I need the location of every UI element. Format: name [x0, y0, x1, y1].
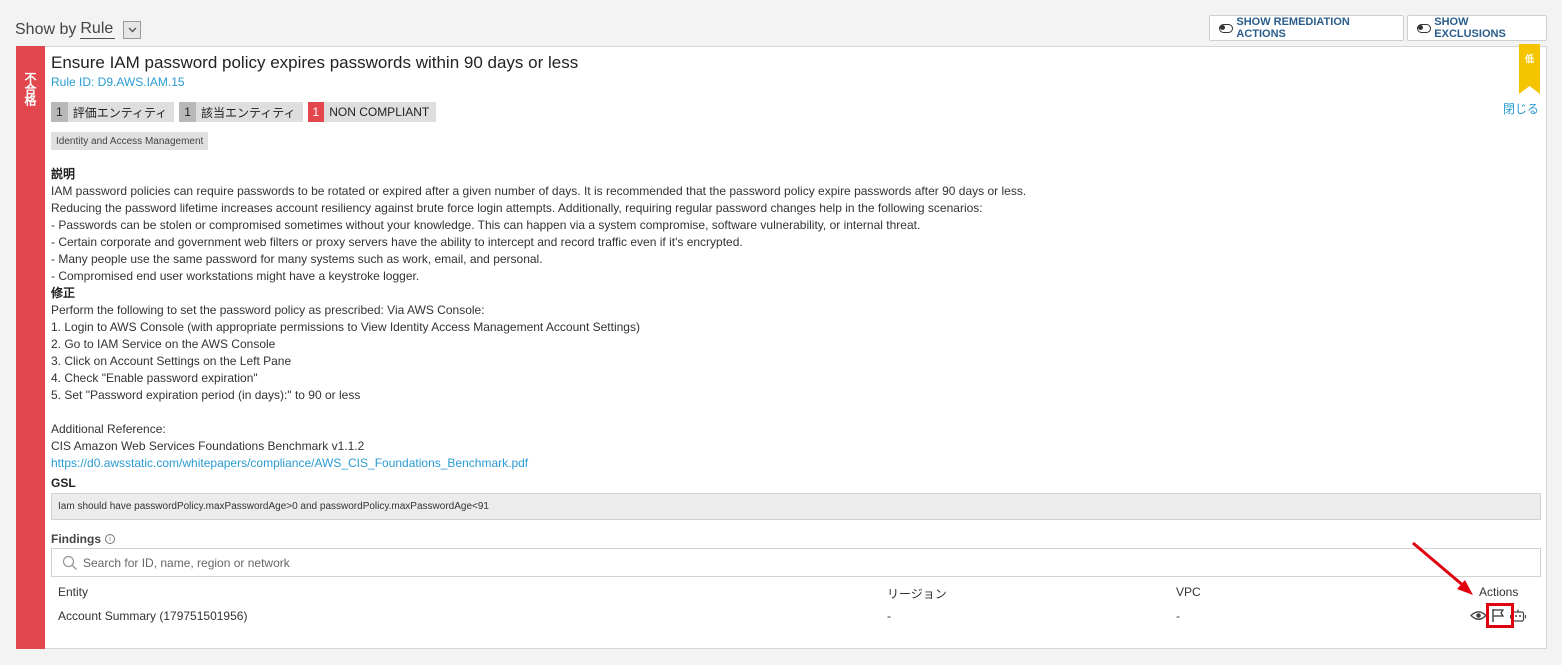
- category-tag: Identity and Access Management: [51, 132, 209, 150]
- show-by-control: Show by Rule: [15, 20, 142, 39]
- column-header-region[interactable]: リージョン: [887, 585, 947, 602]
- status-strip: [16, 46, 45, 649]
- description-line: - Passwords can be stolen or compromised…: [51, 218, 921, 232]
- description-line: IAM password policies can require passwo…: [51, 184, 1027, 198]
- badge-count: 1: [51, 102, 68, 122]
- show-by-label: Show by: [15, 20, 77, 38]
- close-link[interactable]: 閉じる: [1503, 100, 1539, 117]
- evaluated-entities-badge: 1 評価エンティティ: [51, 102, 175, 122]
- gsl-expression: Iam should have passwordPolicy.maxPasswo…: [51, 493, 1541, 520]
- info-icon[interactable]: i: [105, 534, 115, 544]
- rule-title: Ensure IAM password policy expires passw…: [51, 53, 579, 72]
- findings-title: Findings: [51, 532, 101, 546]
- reference-label: Additional Reference:: [51, 422, 166, 436]
- column-header-entity[interactable]: Entity: [58, 585, 88, 599]
- badge-count: 1: [179, 102, 196, 122]
- eye-icon[interactable]: [1468, 606, 1488, 625]
- finding-entity[interactable]: Account Summary (179751501956): [58, 609, 247, 623]
- rule-details: 説明 IAM password policies can require pas…: [51, 166, 1531, 472]
- non-compliant-badge: 1 NON COMPLIANT: [307, 102, 437, 122]
- reference-link[interactable]: https://d0.awsstatic.com/whitepapers/com…: [51, 456, 528, 470]
- badge-label: NON COMPLIANT: [324, 102, 437, 122]
- badge-label: 該当エンティティ: [195, 102, 303, 122]
- finding-region: -: [887, 609, 891, 623]
- toggle-icon: [1219, 23, 1234, 33]
- gsl-heading: GSL: [51, 476, 76, 490]
- reference-title: CIS Amazon Web Services Foundations Benc…: [51, 439, 365, 453]
- badge-label: 評価エンティティ: [67, 102, 175, 122]
- show-remediation-actions-button[interactable]: SHOW REMEDIATION ACTIONS: [1209, 15, 1404, 41]
- show-by-select[interactable]: Rule: [80, 20, 116, 39]
- show-remediation-label: SHOW REMEDIATION ACTIONS: [1236, 16, 1350, 40]
- badge-count: 1: [307, 102, 325, 122]
- flag-highlight-box: [1486, 603, 1514, 628]
- annotation-arrow-icon: [1412, 541, 1473, 595]
- remediation-line: 3. Click on Account Settings on the Left…: [51, 354, 292, 368]
- entity-badges: 1 評価エンティティ 1 該当エンティティ 1 NON COMPLIANT: [51, 102, 441, 122]
- search-input[interactable]: [83, 555, 1483, 570]
- search-icon: [62, 555, 77, 570]
- remediation-line: 1. Login to AWS Console (with appropriat…: [51, 320, 640, 334]
- column-header-vpc[interactable]: VPC: [1176, 585, 1201, 599]
- remediation-line: 4. Check "Enable password expiration": [51, 371, 258, 385]
- status-label: 不合格: [23, 72, 37, 105]
- description-heading: 説明: [51, 167, 76, 181]
- findings-search: [51, 548, 1541, 577]
- finding-vpc: -: [1176, 609, 1180, 623]
- description-line: - Compromised end user workstations migh…: [51, 269, 420, 283]
- severity-label: 低: [1524, 54, 1534, 64]
- toggle-icon: [1417, 23, 1432, 33]
- remediation-line: 2. Go to IAM Service on the AWS Console: [51, 337, 276, 351]
- matched-entities-badge: 1 該当エンティティ: [179, 102, 303, 122]
- show-exclusions-label: SHOW EXCLUSIONS: [1434, 16, 1506, 40]
- remediation-line: Perform the following to set the passwor…: [51, 303, 485, 317]
- remediation-line: 5. Set "Password expiration period (in d…: [51, 388, 361, 402]
- description-line: Reducing the password lifetime increases…: [51, 201, 983, 215]
- findings-heading: Findings i: [51, 532, 115, 546]
- show-exclusions-button[interactable]: SHOW EXCLUSIONS: [1407, 15, 1547, 41]
- remediation-heading: 修正: [51, 286, 76, 300]
- description-line: - Many people use the same password for …: [51, 252, 543, 266]
- description-line: - Certain corporate and government web f…: [51, 235, 743, 249]
- rule-id: Rule ID: D9.AWS.IAM.15: [51, 75, 185, 89]
- dropdown-chevron-icon[interactable]: [123, 20, 142, 39]
